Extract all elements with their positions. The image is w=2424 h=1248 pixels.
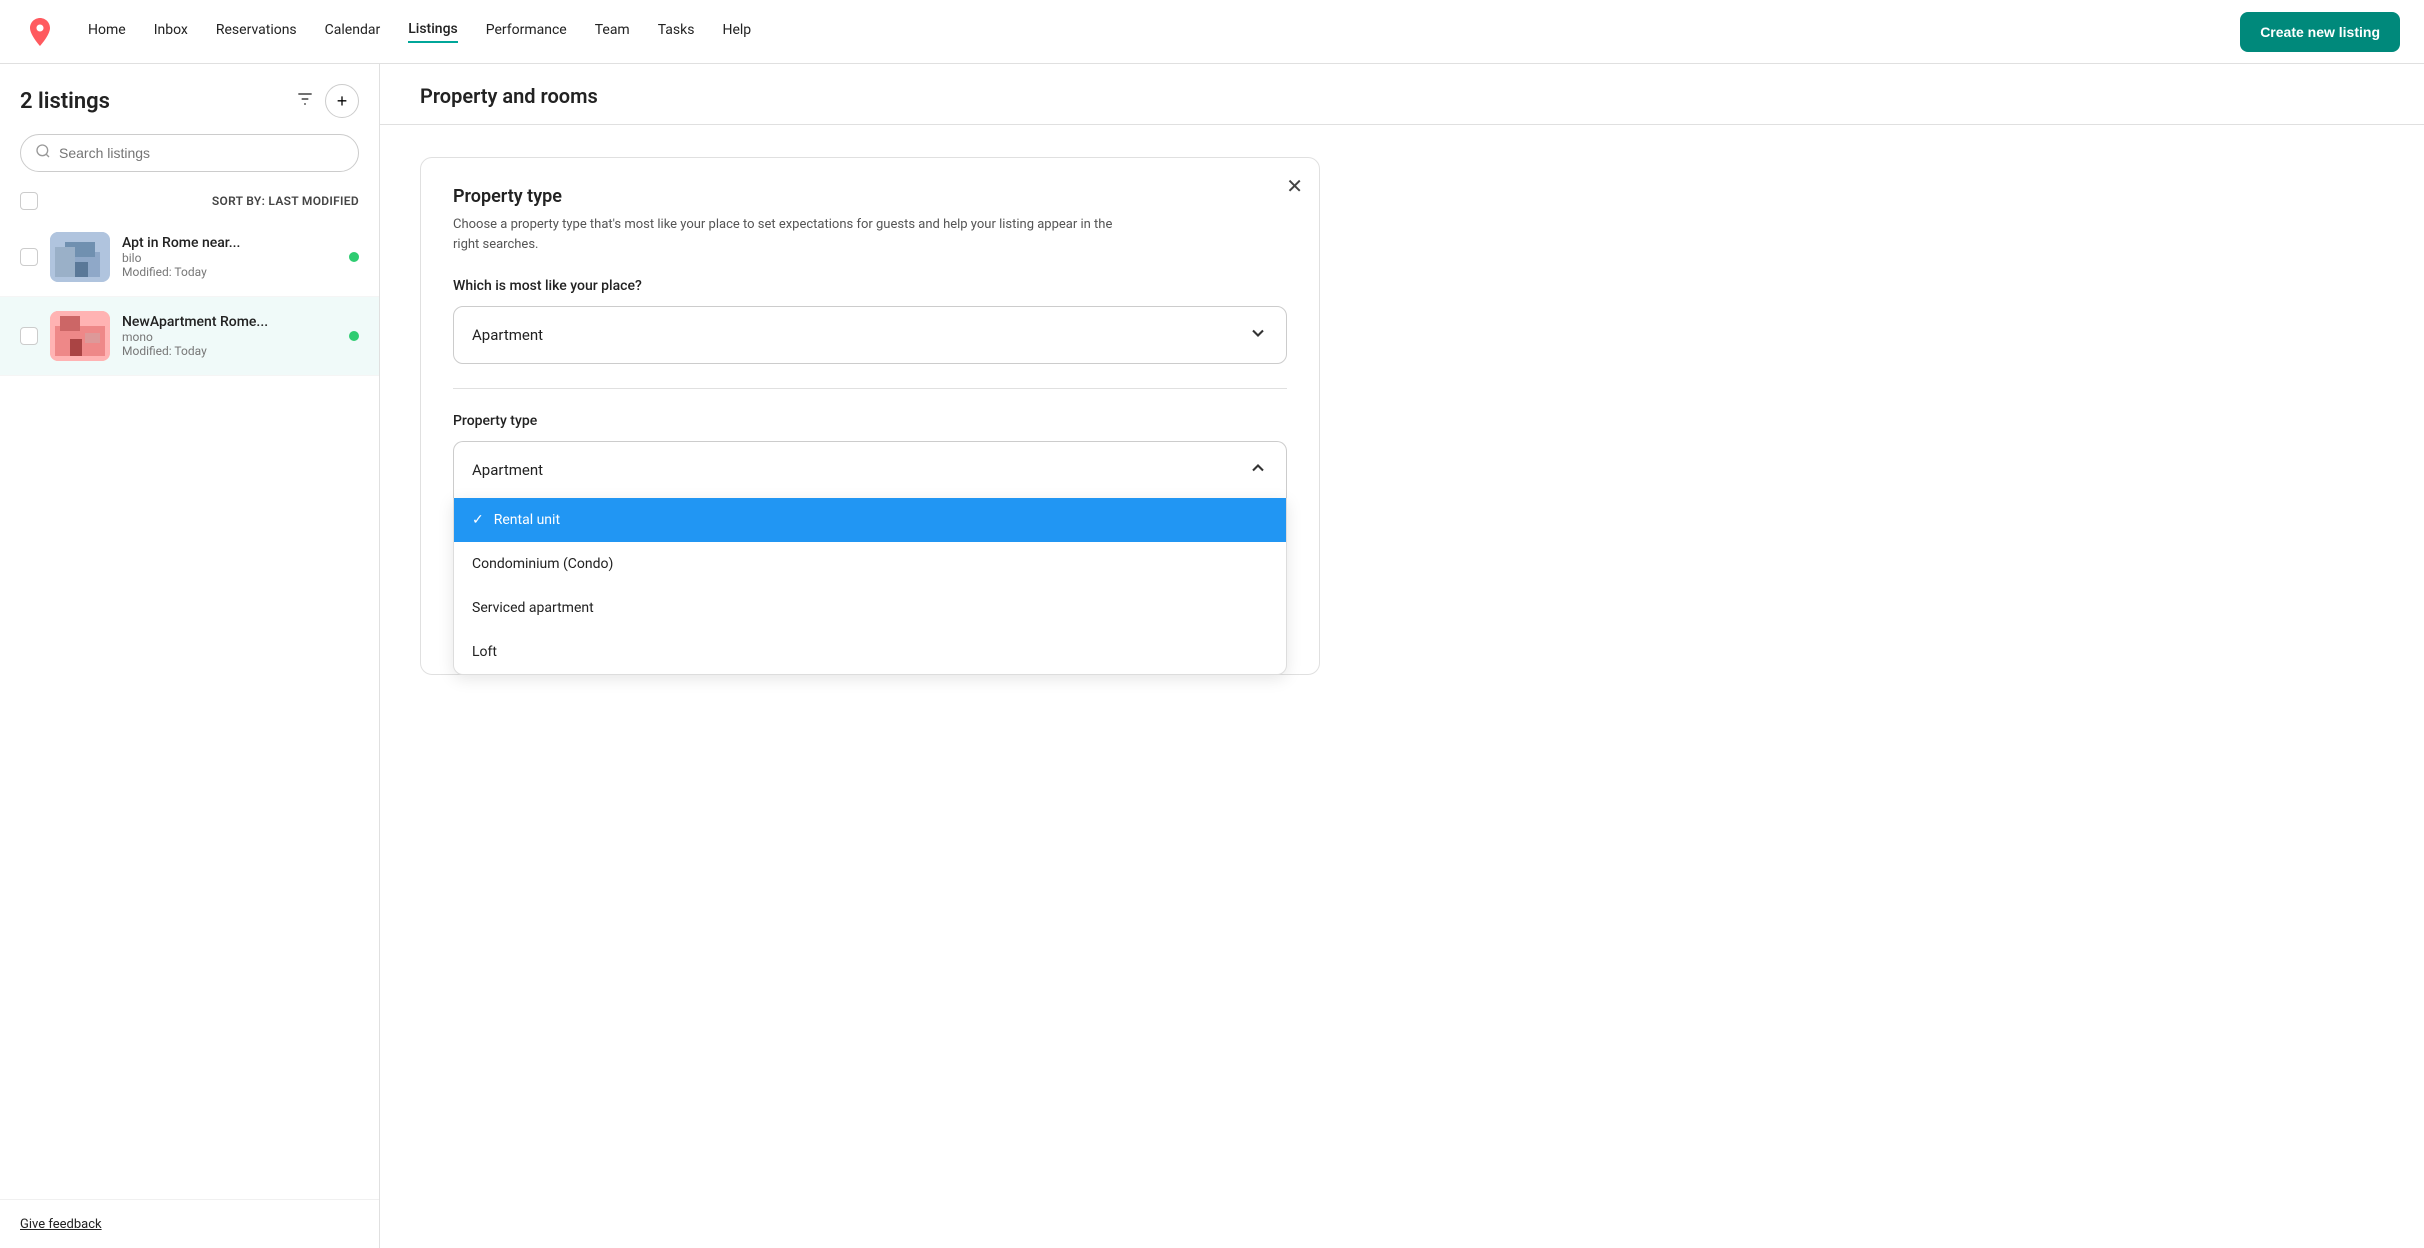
dropdown-option-serviced[interactable]: Serviced apartment <box>454 586 1286 630</box>
main-layout: 2 listings + SORT BY: LAST MODIFIED <box>0 64 2424 1248</box>
listing-thumbnail <box>50 232 110 282</box>
nav-help[interactable]: Help <box>722 22 751 42</box>
divider <box>453 388 1287 389</box>
main-body: ✕ Property type Choose a property type t… <box>380 125 2424 707</box>
listing-owner: bilo <box>122 251 337 265</box>
nav-listings[interactable]: Listings <box>408 21 458 43</box>
navigation: Home Inbox Reservations Calendar Listing… <box>0 0 2424 64</box>
sidebar-actions: + <box>295 84 359 118</box>
listing-name: NewApartment Rome... <box>122 314 337 330</box>
property-type-label: Property type <box>453 413 1287 429</box>
page-title: Property and rooms <box>380 64 2424 125</box>
listing-list: Apt in Rome near... bilo Modified: Today… <box>0 218 379 1199</box>
listing-item[interactable]: Apt in Rome near... bilo Modified: Today <box>0 218 379 297</box>
listing-status-dot <box>349 331 359 341</box>
nav-performance[interactable]: Performance <box>486 22 567 42</box>
create-listing-button[interactable]: Create new listing <box>2240 12 2400 52</box>
listing-modified: Modified: Today <box>122 344 337 358</box>
property-type-card: ✕ Property type Choose a property type t… <box>420 157 1320 675</box>
sidebar-title-row: 2 listings + <box>20 84 359 118</box>
listing-item[interactable]: NewApartment Rome... mono Modified: Toda… <box>0 297 379 376</box>
add-listing-button[interactable]: + <box>325 84 359 118</box>
listing-owner: mono <box>122 330 337 344</box>
main-content: Property and rooms ✕ Property type Choos… <box>380 64 2424 1248</box>
search-box <box>20 134 359 172</box>
sidebar: 2 listings + SORT BY: LAST MODIFIED <box>0 64 380 1248</box>
option-label: Condominium (Condo) <box>472 556 613 572</box>
card-title: Property type <box>453 186 1287 207</box>
option-label: Loft <box>472 644 497 660</box>
option-label: Rental unit <box>494 512 560 528</box>
chevron-up-icon <box>1248 458 1268 482</box>
search-input[interactable] <box>59 145 344 161</box>
property-type-menu: ✓ Rental unit Condominium (Condo) Servic… <box>453 498 1287 675</box>
listing-info: Apt in Rome near... bilo Modified: Today <box>122 235 337 279</box>
close-button[interactable]: ✕ <box>1286 174 1303 199</box>
property-place-trigger[interactable]: Apartment <box>453 306 1287 364</box>
property-place-selector: Apartment <box>453 306 1287 364</box>
listing-thumbnail <box>50 311 110 361</box>
listing-name: Apt in Rome near... <box>122 235 337 251</box>
nav-tasks[interactable]: Tasks <box>658 22 695 42</box>
filter-button[interactable] <box>295 89 315 114</box>
sidebar-footer: Give feedback <box>0 1199 379 1248</box>
nav-home[interactable]: Home <box>88 22 126 42</box>
listing-info: NewApartment Rome... mono Modified: Toda… <box>122 314 337 358</box>
dropdown-option-loft[interactable]: Loft <box>454 630 1286 674</box>
nav-inbox[interactable]: Inbox <box>154 22 188 42</box>
listing-status-dot <box>349 252 359 262</box>
sort-label[interactable]: SORT BY: LAST MODIFIED <box>212 194 359 208</box>
listing-checkbox[interactable] <box>20 327 38 345</box>
dropdown-option-condo[interactable]: Condominium (Condo) <box>454 542 1286 586</box>
sidebar-header: 2 listings + <box>0 64 379 184</box>
option-label: Serviced apartment <box>472 600 594 616</box>
logo[interactable] <box>24 16 56 48</box>
listings-count: 2 listings <box>20 89 110 114</box>
which-label: Which is most like your place? <box>453 278 1287 294</box>
property-type-trigger[interactable]: Apartment <box>453 441 1287 498</box>
select-all-checkbox[interactable] <box>20 192 38 210</box>
nav-reservations[interactable]: Reservations <box>216 22 297 42</box>
property-place-value: Apartment <box>472 326 543 344</box>
sort-row: SORT BY: LAST MODIFIED <box>0 184 379 218</box>
chevron-down-icon <box>1248 323 1268 347</box>
dropdown-option-rental-unit[interactable]: ✓ Rental unit <box>454 498 1286 542</box>
check-icon: ✓ <box>472 512 484 528</box>
search-icon <box>35 143 51 163</box>
nav-team[interactable]: Team <box>595 22 630 42</box>
property-type-value: Apartment <box>472 461 543 479</box>
feedback-link[interactable]: Give feedback <box>20 1217 102 1232</box>
listing-checkbox[interactable] <box>20 248 38 266</box>
property-type-dropdown: Apartment ✓ Rental unit Condominium (Con… <box>453 441 1287 498</box>
listing-modified: Modified: Today <box>122 265 337 279</box>
nav-links: Home Inbox Reservations Calendar Listing… <box>88 21 2240 43</box>
nav-calendar[interactable]: Calendar <box>325 22 381 42</box>
card-description: Choose a property type that's most like … <box>453 215 1133 254</box>
